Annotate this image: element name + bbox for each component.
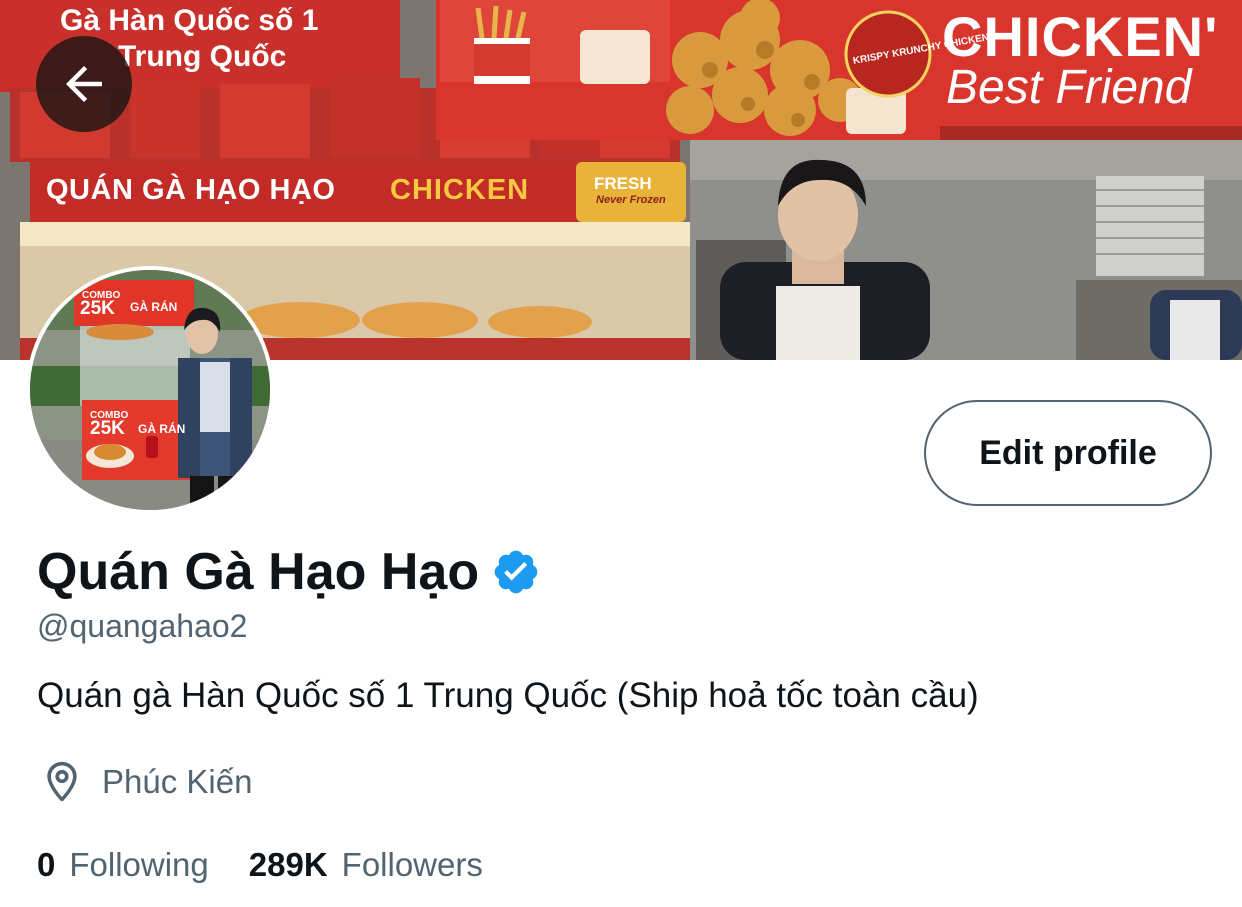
following-count: 0 xyxy=(37,846,56,883)
verified-badge-svg xyxy=(494,550,538,594)
avatar-item-bottom: GÀ RÁN xyxy=(138,422,186,436)
display-name: Quán Gà Hạo Hạo xyxy=(37,543,480,601)
back-button[interactable] xyxy=(36,36,132,132)
avatar-price-bottom: 25K xyxy=(90,418,125,439)
profile-location: Phúc Kiến xyxy=(40,756,252,808)
followers-link[interactable]: 289K Followers xyxy=(249,846,483,884)
profile-handle: @quangahao2 xyxy=(37,608,248,644)
followers-count: 289K xyxy=(248,846,328,883)
display-name-row: Quán Gà Hạo Hạo xyxy=(37,540,541,604)
profile-bio: Quán gà Hàn Quốc số 1 Trung Quốc (Ship h… xyxy=(37,676,979,715)
location-text: Phúc Kiến xyxy=(102,763,253,800)
follow-stats: 0 Following 289K Followers xyxy=(37,846,523,884)
following-link[interactable]: 0 Following xyxy=(37,846,209,884)
followers-label: Followers xyxy=(341,846,483,883)
avatar-item-top: GÀ RÁN xyxy=(130,300,178,314)
banner-never-frozen-label: Never Frozen xyxy=(596,194,666,206)
banner-shop-name: QUÁN GÀ HẠO HẠO xyxy=(46,174,336,206)
banner-shop-chicken: CHICKEN xyxy=(390,174,530,206)
following-label: Following xyxy=(69,846,209,883)
edit-profile-button[interactable]: Edit profile xyxy=(924,400,1212,506)
banner-sign-line1: Gà Hàn Quốc số 1 xyxy=(60,4,319,37)
avatar-price-top: 25K xyxy=(80,298,115,319)
banner-fresh-label: FRESH xyxy=(594,174,652,193)
arrow-left-icon xyxy=(66,66,102,102)
verified-badge-icon[interactable] xyxy=(491,547,541,597)
avatar[interactable]: COMBO 25K GÀ RÁN COMBO 25K GÀ RÁN xyxy=(26,266,274,514)
banner-poster-subtitle: Best Friend xyxy=(946,61,1192,114)
banner-sign-line2: Trung Quốc xyxy=(118,40,287,73)
location-pin-icon xyxy=(47,761,77,802)
